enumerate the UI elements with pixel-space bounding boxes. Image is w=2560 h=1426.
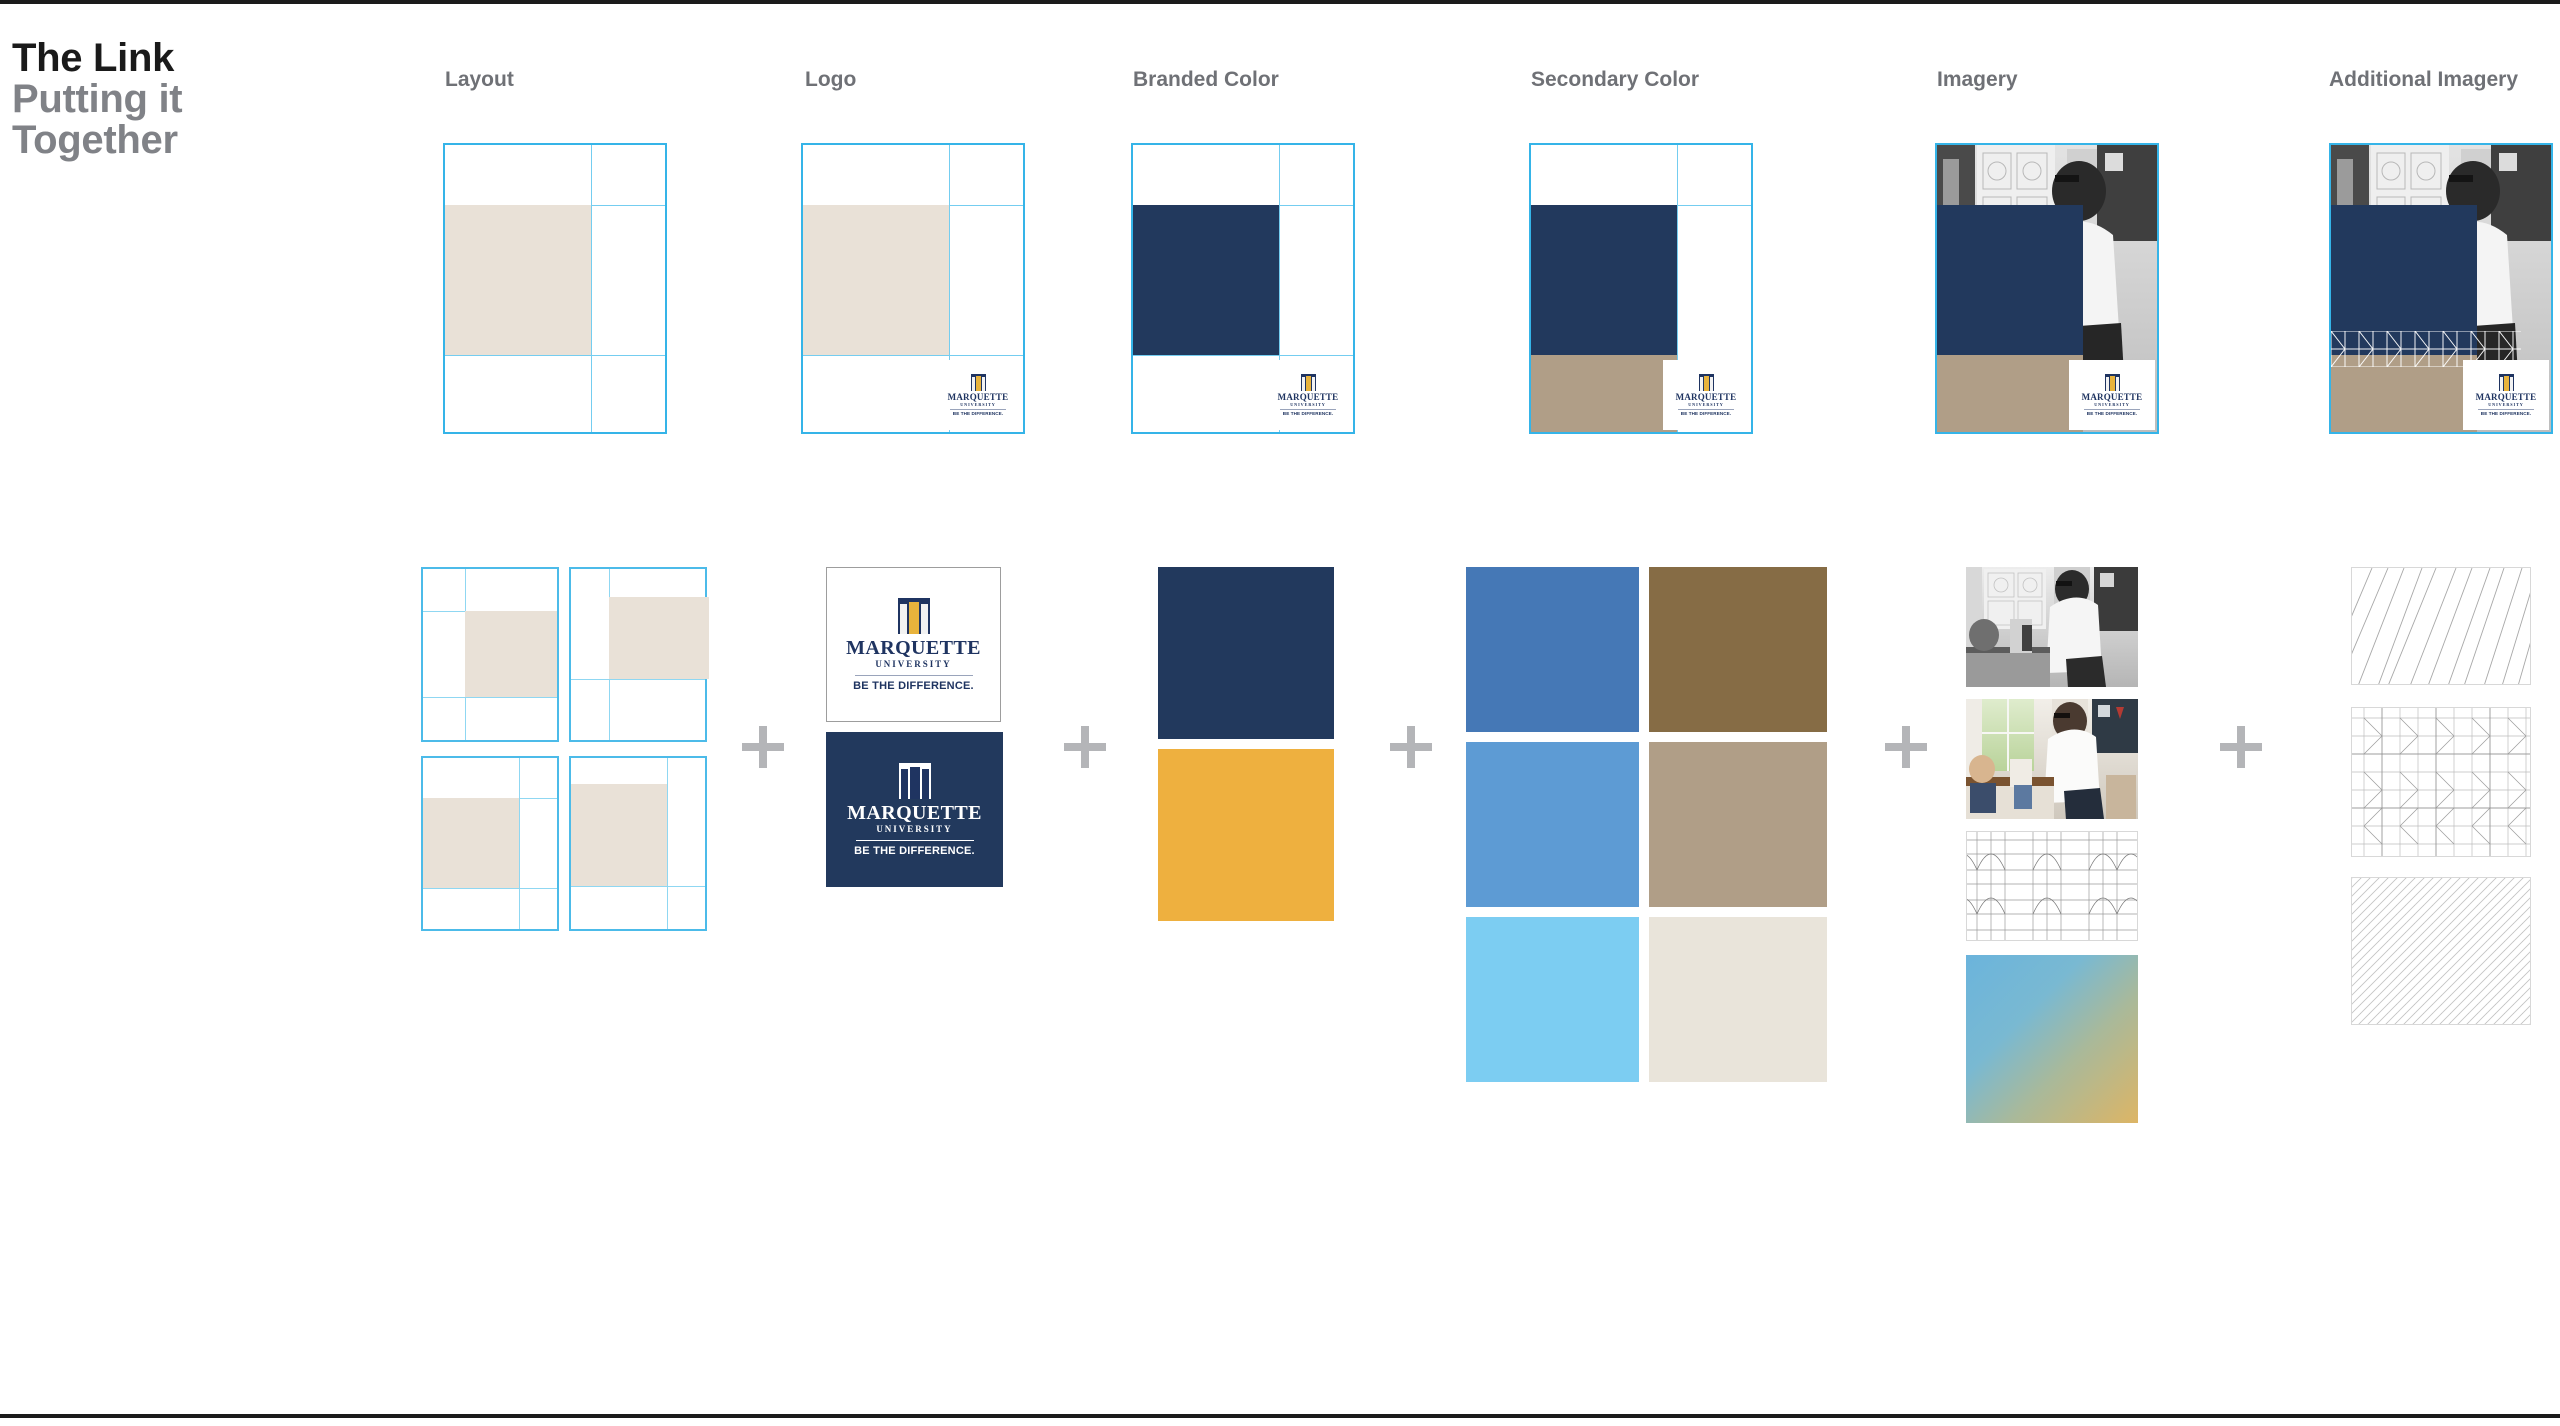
logo-wordmark: MARQUETTE xyxy=(846,636,981,659)
pattern-sparse-diagonal-lines[interactable] xyxy=(2351,567,2531,685)
page-title-main: The Link xyxy=(12,36,175,80)
layout-variant-1[interactable] xyxy=(421,567,559,742)
logo-tagline: BE THE DIFFERENCE. xyxy=(1282,410,1334,416)
logo-variant-list: MARQUETTE UNIVERSITY BE THE DIFFERENCE. … xyxy=(826,567,1006,887)
swatch-sky-blue[interactable] xyxy=(1466,917,1639,1082)
layout-variant-4[interactable] xyxy=(569,756,707,931)
branded-guide-horizontal-bottom xyxy=(1133,355,1353,356)
card-logo-lockup: MARQUETTE UNIVERSITY BE THE DIFFERENCE. xyxy=(2069,360,2155,430)
logo-wordmark: MARQUETTE xyxy=(2081,391,2143,402)
column-header-secondary-color: Secondary Color xyxy=(1531,68,1700,91)
layout-content-block xyxy=(445,205,591,355)
column-header-imagery: Imagery xyxy=(1937,68,2018,91)
branded-color-swatch-list xyxy=(1158,567,1338,921)
marquette-crest-icon xyxy=(2104,373,2120,391)
logo-tagline: BE THE DIFFERENCE. xyxy=(854,844,975,857)
swatch-medium-blue[interactable] xyxy=(1466,567,1639,732)
branded-color-block xyxy=(1133,205,1279,355)
marquette-crest-icon xyxy=(2498,373,2514,391)
logo-tagline: BE THE DIFFERENCE. xyxy=(952,410,1004,416)
plus-separator-4 xyxy=(1885,726,1927,768)
gradient-blue-gold[interactable] xyxy=(1966,955,2138,1123)
logo-variant-light[interactable]: MARQUETTE UNIVERSITY BE THE DIFFERENCE. xyxy=(826,567,1001,722)
logo-subword: UNIVERSITY xyxy=(2488,401,2524,407)
logo-tagline: BE THE DIFFERENCE. xyxy=(1680,410,1732,416)
swatch-marquette-navy[interactable] xyxy=(1158,567,1334,739)
photo-bw-classroom[interactable] xyxy=(1966,567,2138,687)
layout-variant-grid xyxy=(421,567,721,931)
preview-card-logo[interactable]: MARQUETTE UNIVERSITY BE THE DIFFERENCE. xyxy=(801,143,1025,434)
column-header-branded-color: Branded Color xyxy=(1133,68,1279,91)
logo-tagline: BE THE DIFFERENCE. xyxy=(853,679,974,692)
card-logo-lockup: MARQUETTE UNIVERSITY BE THE DIFFERENCE. xyxy=(2463,360,2549,430)
logo-wordmark: MARQUETTE xyxy=(847,801,982,824)
logo-subword: UNIVERSITY xyxy=(876,823,953,834)
logo-subword: UNIVERSITY xyxy=(1688,401,1724,407)
column-header-layout: Layout xyxy=(445,68,514,91)
plus-separator-2 xyxy=(1064,726,1106,768)
layout-guide-vertical xyxy=(591,145,592,432)
top-rule xyxy=(0,0,2560,4)
swatch-brown[interactable] xyxy=(1649,567,1827,732)
layout-guide-horizontal-bottom xyxy=(445,355,665,356)
imagery-tan-block xyxy=(1937,355,2083,432)
secondary-navy-block xyxy=(1531,205,1677,355)
layout-variant-2[interactable] xyxy=(569,567,709,742)
plus-separator-3 xyxy=(1390,726,1432,768)
column-header-additional-imagery: Additional Imagery xyxy=(2329,68,2519,91)
preview-card-secondary-color[interactable]: MARQUETTE UNIVERSITY BE THE DIFFERENCE. xyxy=(1529,143,1753,434)
marquette-crest-icon xyxy=(897,597,930,634)
swatch-taupe[interactable] xyxy=(1649,742,1827,907)
pattern-dense-diagonal-hatch[interactable] xyxy=(2351,877,2531,1025)
card-logo-lockup: MARQUETTE UNIVERSITY BE THE DIFFERENCE. xyxy=(1663,360,1749,430)
pattern-triangle-grid[interactable] xyxy=(2351,707,2531,857)
marquette-crest-icon xyxy=(898,762,931,799)
logo-variant-dark[interactable]: MARQUETTE UNIVERSITY BE THE DIFFERENCE. xyxy=(826,732,1003,887)
logo-wordmark: MARQUETTE xyxy=(1675,391,1737,402)
logo-wordmark: MARQUETTE xyxy=(1277,391,1339,402)
logo-subword: UNIVERSITY xyxy=(1290,401,1326,407)
marquette-crest-icon xyxy=(1698,373,1714,391)
card-logo-lockup: MARQUETTE UNIVERSITY BE THE DIFFERENCE. xyxy=(1265,360,1351,430)
column-header-logo: Logo xyxy=(805,68,857,91)
page-title-sub-line1: Putting it xyxy=(12,76,183,121)
marquette-crest-icon xyxy=(1300,373,1316,391)
page-title-sub-line2: Together xyxy=(12,117,178,162)
logo-content-block xyxy=(803,205,949,355)
logo-guide-horizontal-bottom xyxy=(803,355,1023,356)
logo-subword: UNIVERSITY xyxy=(960,401,996,407)
swatch-cream[interactable] xyxy=(1649,917,1827,1082)
page-title: The Link Putting it Together xyxy=(12,38,382,160)
imagery-asset-list xyxy=(1966,567,2146,1123)
swatch-light-blue[interactable] xyxy=(1466,742,1639,907)
logo-tagline: BE THE DIFFERENCE. xyxy=(2480,410,2532,416)
logo-subword: UNIVERSITY xyxy=(875,658,952,669)
card-logo-lockup: MARQUETTE UNIVERSITY BE THE DIFFERENCE. xyxy=(935,360,1021,430)
preview-card-branded-color[interactable]: MARQUETTE UNIVERSITY BE THE DIFFERENCE. xyxy=(1131,143,1355,434)
logo-wordmark: MARQUETTE xyxy=(2475,391,2537,402)
plus-separator-1 xyxy=(742,726,784,768)
swatch-marquette-gold[interactable] xyxy=(1158,749,1334,921)
imagery-navy-block xyxy=(1937,205,2083,355)
pattern-gothic-arches[interactable] xyxy=(1966,831,2138,941)
bottom-rule xyxy=(0,1414,2560,1418)
logo-wordmark: MARQUETTE xyxy=(947,391,1009,402)
logo-tagline: BE THE DIFFERENCE. xyxy=(2086,410,2138,416)
plus-separator-5 xyxy=(2220,726,2262,768)
preview-card-layout[interactable] xyxy=(443,143,667,434)
logo-subword: UNIVERSITY xyxy=(2094,401,2130,407)
photo-color-classroom[interactable] xyxy=(1966,699,2138,819)
secondary-color-swatch-grid xyxy=(1466,567,1836,1082)
preview-card-additional-imagery[interactable]: MARQUETTE UNIVERSITY BE THE DIFFERENCE. xyxy=(2329,143,2553,434)
additional-imagery-pattern-list xyxy=(2351,567,2536,1025)
marquette-crest-icon xyxy=(970,373,986,391)
preview-card-imagery[interactable]: MARQUETTE UNIVERSITY BE THE DIFFERENCE. xyxy=(1935,143,2159,434)
layout-variant-3[interactable] xyxy=(421,756,559,931)
secondary-tan-block xyxy=(1531,355,1677,432)
